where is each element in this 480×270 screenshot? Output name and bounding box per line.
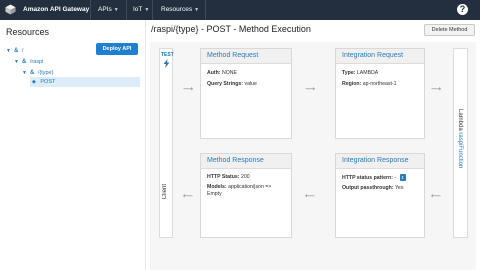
expand-arrow-icon[interactable]: ▼: [6, 48, 11, 54]
tree-item-label: POST: [40, 79, 56, 85]
http-status-value: 200: [240, 174, 250, 180]
method-execution-canvas: [150, 42, 476, 270]
method-request-title[interactable]: Method Request: [201, 49, 291, 64]
lambda-label: Lambda raspiFunction: [457, 109, 463, 168]
type-line: Type: LAMBDA: [336, 70, 424, 76]
passthrough-line: Output passthrough: Yes: [336, 185, 424, 191]
menu-resources-label: Resources: [161, 6, 193, 13]
nav-separator: [126, 0, 127, 20]
models-line: Models: application/json => Empty: [201, 184, 291, 198]
nav-separator: [152, 0, 153, 20]
status-pattern-value: -: [394, 174, 397, 181]
method-icon: ◆: [32, 79, 36, 85]
integration-response-box[interactable]: Integration Response HTTP status pattern…: [335, 153, 425, 238]
top-nav-bar: Amazon API Gateway APIs ▼ IoT ▼ Resources ▼…: [0, 0, 480, 20]
chevron-down-icon: ▼: [113, 7, 119, 13]
resource-icon: &: [29, 70, 35, 76]
query-strings-label: Query Strings:: [207, 81, 244, 87]
nav-separator: [205, 0, 206, 20]
type-value: LAMBDA: [356, 70, 379, 76]
lambda-prefix: Lambda: [457, 109, 463, 131]
page-title: /raspi/{type} - POST - Method Execution: [151, 24, 311, 34]
expand-arrow-icon[interactable]: ▼: [22, 70, 27, 76]
method-response-title[interactable]: Method Response: [201, 154, 291, 169]
chevron-down-icon: ▼: [144, 7, 150, 13]
integration-response-title[interactable]: Integration Response: [336, 154, 424, 169]
pattern-select-icon[interactable]: ⇕: [399, 174, 406, 181]
client-column[interactable]: TEST Client: [159, 48, 174, 238]
arrow-right-icon: ⟶: [431, 86, 442, 93]
tree-item-label: /raspi: [29, 59, 44, 65]
test-link[interactable]: TEST: [161, 52, 174, 58]
menu-iot-label: IoT: [133, 6, 143, 13]
integration-request-title[interactable]: Integration Request: [336, 49, 424, 64]
auth-value: NONE: [222, 70, 237, 76]
passthrough-label: Output passthrough:: [342, 185, 394, 191]
method-request-box[interactable]: Method Request Auth: NONE Query Strings:…: [200, 48, 292, 139]
type-label: Type:: [342, 70, 356, 76]
chevron-down-icon: ▼: [194, 7, 200, 13]
aws-cube-icon[interactable]: [5, 4, 16, 15]
expand-arrow-icon[interactable]: ▼: [14, 59, 19, 65]
resources-panel: Resources Deploy API ▼ & / ▼ & /raspi ▼ & /…: [0, 20, 144, 270]
arrow-right-icon: ⟶: [183, 86, 194, 93]
arrow-left-icon: ⟵: [431, 193, 442, 200]
query-strings-value: value: [244, 81, 257, 87]
status-pattern-label: HTTP status pattern:: [342, 174, 393, 181]
integration-request-box[interactable]: Integration Request Type: LAMBDA Region:…: [335, 48, 425, 139]
lambda-column: Lambda raspiFunction: [453, 48, 468, 238]
client-label: Client: [162, 184, 168, 200]
region-label: Region:: [342, 81, 362, 87]
tree-item-raspi[interactable]: ▼ & /raspi: [14, 57, 43, 67]
http-status-label: HTTP Status:: [207, 174, 240, 180]
tree-item-label: /{type}: [37, 70, 54, 76]
resources-title: Resources: [6, 27, 50, 37]
arrow-right-icon: ⟶: [305, 86, 316, 93]
menu-resources[interactable]: Resources ▼: [161, 6, 199, 13]
help-icon[interactable]: ?: [457, 4, 468, 15]
status-pattern-line: HTTP status pattern: - ⇕: [336, 174, 424, 181]
lightning-icon[interactable]: [163, 59, 170, 68]
tree-item-label: /: [21, 48, 24, 54]
resource-icon: &: [21, 59, 27, 65]
tree-item-post[interactable]: ◆ POST: [30, 77, 140, 87]
region-line: Region: ap-northeast-1: [336, 81, 424, 87]
arrow-left-icon: ⟵: [305, 193, 316, 200]
menu-apis[interactable]: APIs ▼: [98, 6, 119, 13]
passthrough-value: Yes: [394, 185, 404, 191]
deploy-api-button[interactable]: Deploy API: [96, 43, 138, 55]
menu-apis-label: APIs: [98, 6, 112, 13]
arrow-left-icon: ⟵: [183, 193, 194, 200]
region-value: ap-northeast-1: [362, 81, 397, 87]
auth-label: Auth:: [207, 70, 221, 76]
resource-icon: &: [13, 48, 19, 54]
lambda-function-link[interactable]: raspiFunction: [457, 132, 463, 168]
models-label: Models:: [207, 184, 227, 190]
http-status-line: HTTP Status: 200: [201, 174, 291, 180]
panel-splitter[interactable]: [145, 20, 146, 270]
brand-name[interactable]: Amazon API Gateway: [23, 6, 89, 13]
query-strings-line: Query Strings: value: [201, 81, 291, 87]
auth-line: Auth: NONE: [201, 70, 291, 76]
nav-separator: [90, 0, 91, 20]
tree-item-root[interactable]: ▼ & /: [6, 46, 23, 56]
delete-method-button[interactable]: Delete Method: [424, 24, 475, 36]
menu-iot[interactable]: IoT ▼: [133, 6, 149, 13]
method-response-box[interactable]: Method Response HTTP Status: 200 Models:…: [200, 153, 292, 238]
